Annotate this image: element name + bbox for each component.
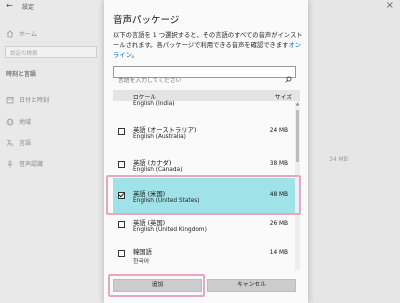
language-name-en: 한국어 [133, 259, 149, 265]
sidebar-item-label: 地域 [19, 119, 32, 126]
sidebar-item-label: 言語 [19, 140, 32, 147]
package-size: 38 MB [269, 161, 288, 167]
language-search-input[interactable] [114, 76, 278, 86]
globe-icon [6, 118, 14, 126]
description-text: 以下の言語を 1 つ選択すると、その言語のすべての音声がインストールされます。各… [113, 32, 303, 49]
selected-row-highlight [106, 175, 301, 215]
language-name-en: English (Canada) [133, 167, 183, 173]
language-name-ja: 英語 (英国) [133, 220, 166, 227]
language-checkbox[interactable] [118, 161, 125, 168]
language-search-box[interactable] [113, 66, 296, 86]
list-item[interactable]: English (India) [113, 91, 300, 115]
language-name-ja: 英語 (カナダ) [133, 160, 172, 167]
sidebar-item-label: 日付と時刻 [19, 97, 50, 104]
list-item[interactable]: 韓国語 한국어 14 MB [113, 238, 300, 270]
calendar-icon [6, 96, 14, 104]
section-heading: 時刻と言語 [6, 71, 37, 78]
background-size-label: 34 MB [329, 156, 348, 163]
back-arrow-icon[interactable]: ← [6, 1, 13, 10]
window-title: 設定 [22, 4, 35, 11]
language-name-ja: 英語 (オーストラリア) [133, 127, 197, 134]
language-name-en: English (Australia) [133, 134, 186, 140]
language-name-ja: 韓国語 [133, 249, 152, 256]
dialog-title: 音声パッケージ [113, 15, 180, 26]
settings-search-input[interactable]: 設定の検索 [5, 46, 97, 58]
sidebar-item-language[interactable]: 言語 [6, 138, 31, 147]
close-icon[interactable]: × [386, 0, 394, 11]
sidebar-item-region[interactable]: 地域 [6, 117, 31, 126]
sidebar-item-home[interactable]: ホーム [6, 29, 37, 38]
dialog-description: 以下の言語を 1 つ選択すると、その言語のすべての音声がインストールされます。各… [113, 31, 303, 61]
sidebar-item-date-time[interactable]: 日付と時刻 [6, 95, 49, 104]
sidebar-item-speech[interactable]: 音声認識 [6, 159, 43, 168]
scroll-thumb[interactable] [296, 110, 299, 162]
language-name-en: English (United Kingdom) [133, 227, 207, 233]
language-icon [6, 139, 14, 147]
package-size: 24 MB [269, 128, 288, 134]
language-checkbox[interactable] [118, 221, 125, 228]
sidebar-item-label: 音声認識 [19, 161, 44, 168]
sidebar-item-label: ホーム [19, 31, 37, 38]
microphone-icon [6, 160, 14, 168]
description-suffix: 。 [131, 52, 138, 59]
language-checkbox[interactable] [118, 250, 125, 257]
add-button-highlight [108, 274, 205, 297]
list-item[interactable]: 英語 (オーストラリア) English (Australia) 24 MB [113, 116, 300, 150]
search-icon[interactable] [285, 68, 292, 83]
package-size: 14 MB [269, 250, 288, 256]
cancel-button[interactable]: キャンセル [207, 279, 296, 292]
home-icon [6, 29, 14, 38]
package-size: 26 MB [269, 221, 288, 227]
voice-package-dialog: 音声パッケージ 以下の言語を 1 つ選択すると、その言語のすべての音声がインスト… [104, 0, 308, 303]
scroll-up-icon[interactable]: ▲ [295, 101, 300, 106]
language-checkbox[interactable] [118, 128, 125, 135]
language-name-en: English (India) [133, 101, 175, 107]
